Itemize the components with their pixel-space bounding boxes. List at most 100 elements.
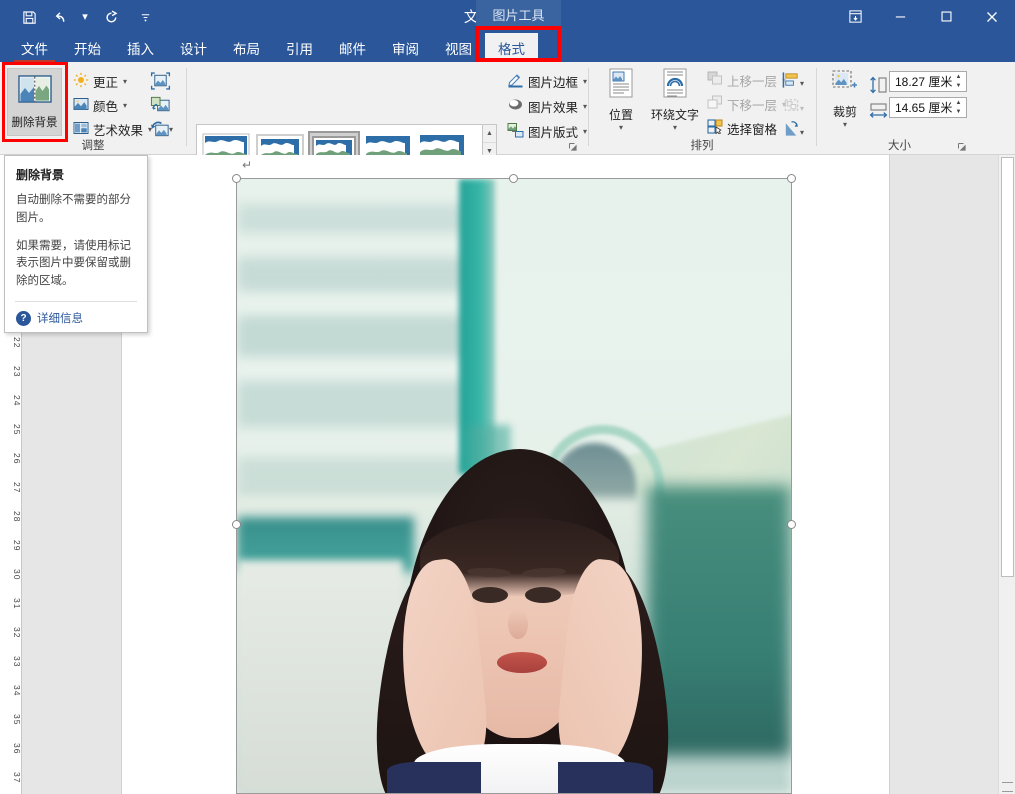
wrap-text-icon bbox=[661, 87, 689, 104]
tab-design[interactable]: 设计 bbox=[167, 33, 220, 62]
chevron-down-icon[interactable]: ▾ bbox=[123, 101, 127, 110]
resize-handle-top-center[interactable] bbox=[509, 174, 518, 183]
tab-format[interactable]: 格式 bbox=[485, 33, 538, 62]
tooltip-more-info-link[interactable]: ? 详细信息 bbox=[16, 310, 83, 326]
ruler-tick: 31 bbox=[0, 598, 22, 609]
change-picture-icon[interactable] bbox=[148, 93, 172, 117]
tooltip-divider bbox=[15, 301, 137, 302]
shape-height-value: 18.27 厘米 bbox=[895, 73, 952, 90]
resize-handle-top-left[interactable] bbox=[232, 174, 241, 183]
picture-layout-label: 图片版式 bbox=[528, 122, 578, 141]
ruler-tick: 30 bbox=[0, 569, 22, 580]
tab-layout[interactable]: 布局 bbox=[220, 33, 273, 62]
size-dialog-launcher[interactable] bbox=[956, 140, 968, 152]
ruler-tick: 25 bbox=[0, 424, 22, 435]
chevron-down-icon[interactable]: ▾ bbox=[825, 120, 865, 129]
tab-file[interactable]: 文件 bbox=[8, 33, 61, 62]
ruler-tick: 37 bbox=[0, 772, 22, 783]
color-button[interactable]: 颜色 ▾ bbox=[70, 94, 130, 116]
chevron-down-icon[interactable]: ▾ bbox=[800, 79, 804, 88]
ruler-tick: 34 bbox=[0, 685, 22, 696]
tab-review[interactable]: 审阅 bbox=[379, 33, 432, 62]
tab-mailings[interactable]: 邮件 bbox=[326, 33, 379, 62]
color-label: 颜色 bbox=[93, 96, 118, 115]
scrollbar-end-mark[interactable] bbox=[1002, 782, 1013, 792]
ruler-tick: 26 bbox=[0, 453, 22, 464]
chevron-down-icon[interactable]: ▾ bbox=[800, 128, 804, 137]
tab-insert[interactable]: 插入 bbox=[114, 33, 167, 62]
send-backward-button: 下移一层 ▾ bbox=[704, 93, 789, 115]
align-dropdown[interactable]: ▾ bbox=[799, 72, 804, 94]
shape-width-input[interactable]: 14.65 厘米 ▲▼ bbox=[889, 97, 967, 118]
chevron-down-icon[interactable]: ▾ bbox=[123, 77, 127, 86]
shape-width-stepper[interactable]: ▲▼ bbox=[952, 99, 965, 116]
ribbon-group-adjust: 删除背景 更正 ▾ 颜色 ▾ 艺术效果 bbox=[0, 62, 186, 155]
picture-effects-label: 图片效果 bbox=[528, 97, 578, 116]
crop-icon bbox=[830, 85, 860, 102]
ribbon-group-size: 裁剪 ▾ 18.27 厘米 ▲▼ 14.65 厘米 ▲▼ 大小 bbox=[817, 62, 982, 155]
shape-height-input[interactable]: 18.27 厘米 ▲▼ bbox=[889, 71, 967, 92]
vertical-scrollbar[interactable] bbox=[998, 155, 1015, 794]
tooltip-more-label: 详细信息 bbox=[37, 310, 83, 326]
remove-background-icon bbox=[18, 75, 52, 110]
close-button[interactable] bbox=[969, 0, 1015, 33]
group-label-adjust: 调整 bbox=[0, 137, 186, 153]
chevron-down-icon[interactable]: ▾ bbox=[583, 102, 587, 111]
resize-handle-middle-right[interactable] bbox=[787, 520, 796, 529]
chevron-down-icon[interactable]: ▾ bbox=[647, 123, 703, 132]
document-page[interactable]: ↵ bbox=[121, 155, 890, 794]
picture-layout-icon bbox=[507, 122, 524, 141]
selection-pane-icon bbox=[707, 119, 723, 137]
bring-forward-label: 上移一层 bbox=[727, 71, 777, 90]
ruler-tick: 22 bbox=[0, 337, 22, 348]
remove-background-tooltip: 删除背景 自动删除不需要的部分图片。 如果需要，请使用标记表示图片中要保留或删除… bbox=[4, 155, 148, 333]
tab-references[interactable]: 引用 bbox=[273, 33, 326, 62]
ribbon-group-arrange: 位置 ▾ 环绕文字 ▾ 上移一层 ▾ 下移 bbox=[589, 62, 815, 155]
tooltip-title: 删除背景 bbox=[16, 166, 136, 183]
position-icon bbox=[607, 87, 635, 104]
ruler-tick: 33 bbox=[0, 656, 22, 667]
ruler-tick: 27 bbox=[0, 482, 22, 493]
tab-view[interactable]: 视图 bbox=[432, 33, 485, 62]
chevron-down-icon[interactable]: ▾ bbox=[583, 77, 587, 86]
corrections-icon bbox=[73, 72, 89, 91]
crop-button[interactable]: 裁剪 ▾ bbox=[825, 68, 865, 129]
picture-layout-button[interactable]: 图片版式 ▾ bbox=[504, 120, 590, 142]
chevron-down-icon[interactable]: ▾ bbox=[169, 125, 173, 134]
corrections-button[interactable]: 更正 ▾ bbox=[70, 70, 130, 92]
remove-background-button[interactable]: 删除背景 bbox=[7, 68, 62, 136]
scrollbar-thumb[interactable] bbox=[1001, 157, 1014, 577]
ruler-tick: 29 bbox=[0, 540, 22, 551]
ruler-tick: 23 bbox=[0, 366, 22, 377]
color-icon bbox=[73, 96, 89, 115]
selection-pane-label: 选择窗格 bbox=[727, 119, 777, 138]
ruler-tick: 35 bbox=[0, 714, 22, 725]
minimize-button[interactable] bbox=[877, 0, 923, 33]
tab-home[interactable]: 开始 bbox=[61, 33, 114, 62]
maximize-button[interactable] bbox=[923, 0, 969, 33]
shape-height-stepper[interactable]: ▲▼ bbox=[952, 73, 965, 90]
gallery-scroll-up-icon[interactable]: ▲ bbox=[483, 125, 496, 143]
selected-picture[interactable] bbox=[236, 178, 792, 794]
chevron-down-icon[interactable]: ▾ bbox=[583, 127, 587, 136]
tooltip-line-2: 如果需要，请使用标记表示图片中要保留或删除的区域。 bbox=[16, 238, 136, 291]
tooltip-line-1: 自动删除不需要的部分图片。 bbox=[16, 192, 136, 228]
ribbon-display-options-icon[interactable] bbox=[833, 0, 877, 33]
document-area[interactable]: ↵ bbox=[22, 155, 1015, 794]
position-label: 位置 bbox=[598, 106, 644, 123]
picture-border-button[interactable]: 图片边框 ▾ bbox=[504, 70, 590, 92]
position-button[interactable]: 位置 ▾ bbox=[598, 68, 644, 132]
ruler-tick: 28 bbox=[0, 511, 22, 522]
picture-effects-icon bbox=[507, 97, 524, 116]
title-bar: ▾ 文档1 - Word 图片工具 bbox=[0, 0, 1015, 33]
selection-pane-button[interactable]: 选择窗格 bbox=[704, 117, 780, 139]
resize-handle-middle-left[interactable] bbox=[232, 520, 241, 529]
bring-forward-button: 上移一层 ▾ bbox=[704, 69, 789, 91]
compress-pictures-icon[interactable] bbox=[148, 69, 172, 93]
wrap-text-button[interactable]: 环绕文字 ▾ bbox=[647, 68, 703, 132]
picture-effects-button[interactable]: 图片效果 ▾ bbox=[504, 95, 590, 117]
remove-background-label: 删除背景 bbox=[12, 114, 58, 130]
artistic-effects-icon bbox=[73, 120, 89, 139]
resize-handle-top-right[interactable] bbox=[787, 174, 796, 183]
chevron-down-icon[interactable]: ▾ bbox=[598, 123, 644, 132]
